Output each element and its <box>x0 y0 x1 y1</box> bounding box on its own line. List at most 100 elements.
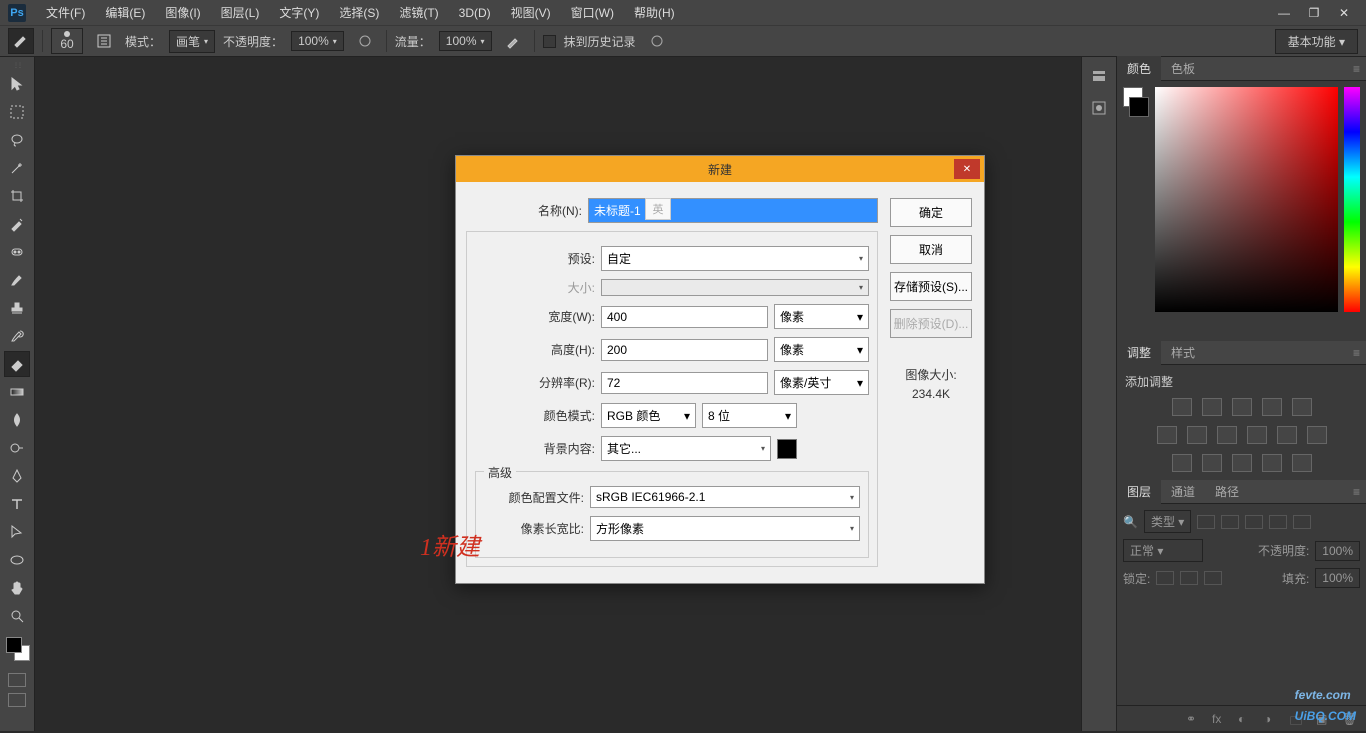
menu-3d[interactable]: 3D(D) <box>449 6 501 20</box>
filter-smart-icon[interactable] <box>1293 515 1311 529</box>
lock-position-icon[interactable] <box>1180 571 1198 585</box>
adjust-panel-menu[interactable]: ≡ <box>1347 346 1366 360</box>
adj-vibrance-icon[interactable] <box>1292 398 1312 416</box>
width-input[interactable] <box>601 306 768 328</box>
adj-photo-icon[interactable] <box>1247 426 1267 444</box>
adj-levels-icon[interactable] <box>1202 398 1222 416</box>
pen-tool[interactable] <box>4 463 30 489</box>
menu-image[interactable]: 图像(I) <box>155 4 210 21</box>
eraser-tool[interactable] <box>4 351 30 377</box>
aspect-select[interactable]: 方形像素▾ <box>590 516 860 541</box>
hand-tool[interactable] <box>4 575 30 601</box>
tab-swatches[interactable]: 色板 <box>1161 56 1205 81</box>
tab-paths[interactable]: 路径 <box>1205 479 1249 504</box>
bgcontent-select[interactable]: 其它...▾ <box>601 436 771 461</box>
resolution-unit[interactable]: 像素/英寸▾ <box>774 370 869 395</box>
blur-tool[interactable] <box>4 407 30 433</box>
adj-exposure-icon[interactable] <box>1262 398 1282 416</box>
window-maximize[interactable]: ❐ <box>1300 3 1328 23</box>
menu-select[interactable]: 选择(S) <box>329 4 389 21</box>
layers-panel-menu[interactable]: ≡ <box>1347 485 1366 499</box>
menu-layer[interactable]: 图层(L) <box>211 4 270 21</box>
gradient-tool[interactable] <box>4 379 30 405</box>
tab-color[interactable]: 颜色 <box>1117 56 1161 81</box>
hue-slider[interactable] <box>1344 87 1360 312</box>
menu-type[interactable]: 文字(Y) <box>269 4 329 21</box>
bitdepth-select[interactable]: 8 位▾ <box>702 403 797 428</box>
adj-hue-icon[interactable] <box>1157 426 1177 444</box>
menu-window[interactable]: 窗口(W) <box>561 4 624 21</box>
quickmask-toggle[interactable] <box>8 673 26 687</box>
adj-colorbal-icon[interactable] <box>1187 426 1207 444</box>
menu-edit[interactable]: 编辑(E) <box>95 4 155 21</box>
history-panel-icon[interactable] <box>1086 63 1112 89</box>
properties-panel-icon[interactable] <box>1086 95 1112 121</box>
height-input[interactable] <box>601 339 768 361</box>
filter-text-icon[interactable] <box>1245 515 1263 529</box>
preset-select[interactable]: 自定▾ <box>601 246 869 271</box>
brush-preset-picker[interactable]: 60 <box>51 28 83 54</box>
colormode-select[interactable]: RGB 颜色▾ <box>601 403 696 428</box>
zoom-tool[interactable] <box>4 603 30 629</box>
layer-fill-value[interactable]: 100% <box>1315 568 1360 588</box>
background-swatch[interactable] <box>1129 97 1149 117</box>
profile-select[interactable]: sRGB IEC61966-2.1▾ <box>590 486 860 508</box>
mode-select[interactable]: 画笔▾ <box>169 30 215 53</box>
adj-channel-icon[interactable] <box>1277 426 1297 444</box>
brush-tool[interactable] <box>4 267 30 293</box>
history-brush-tool[interactable] <box>4 323 30 349</box>
tab-styles[interactable]: 样式 <box>1161 340 1205 365</box>
magic-wand-tool[interactable] <box>4 155 30 181</box>
filter-adjust-icon[interactable] <box>1221 515 1239 529</box>
menu-file[interactable]: 文件(F) <box>36 4 95 21</box>
shape-tool[interactable] <box>4 547 30 573</box>
resolution-input[interactable] <box>601 372 768 394</box>
lock-pixels-icon[interactable] <box>1156 571 1174 585</box>
pressure-size-icon[interactable] <box>644 28 670 54</box>
dodge-tool[interactable] <box>4 435 30 461</box>
eyedropper-tool[interactable] <box>4 211 30 237</box>
lock-all-icon[interactable] <box>1204 571 1222 585</box>
stamp-tool[interactable] <box>4 295 30 321</box>
text-tool[interactable] <box>4 491 30 517</box>
filter-pixel-icon[interactable] <box>1197 515 1215 529</box>
link-layers-icon[interactable]: ⚭ <box>1186 712 1202 726</box>
path-select-tool[interactable] <box>4 519 30 545</box>
tab-adjust[interactable]: 调整 <box>1117 340 1161 365</box>
filter-shape-icon[interactable] <box>1269 515 1287 529</box>
pressure-opacity-icon[interactable] <box>352 28 378 54</box>
dialog-close[interactable]: ✕ <box>954 159 980 179</box>
current-tool-icon[interactable] <box>8 28 34 54</box>
crop-tool[interactable] <box>4 183 30 209</box>
menu-filter[interactable]: 滤镜(T) <box>389 4 448 21</box>
workspace-switcher[interactable]: 基本功能 ▾ <box>1275 29 1358 54</box>
window-close[interactable]: ✕ <box>1330 3 1358 23</box>
adj-selcolor-icon[interactable] <box>1292 454 1312 472</box>
save-preset-button[interactable]: 存储预设(S)... <box>890 272 972 301</box>
opacity-select[interactable]: 100%▾ <box>291 31 344 51</box>
erase-history-check[interactable] <box>543 35 556 48</box>
height-unit[interactable]: 像素▾ <box>774 337 869 362</box>
name-input[interactable]: 未标题-1 英 <box>588 198 878 223</box>
adj-curves-icon[interactable] <box>1232 398 1252 416</box>
new-fill-icon[interactable]: ◑ <box>1264 712 1280 726</box>
blend-mode-select[interactable]: 正常 ▾ <box>1123 539 1203 562</box>
color-panel-menu[interactable]: ≡ <box>1347 62 1366 76</box>
adj-bw-icon[interactable] <box>1217 426 1237 444</box>
ok-button[interactable]: 确定 <box>890 198 972 227</box>
layer-style-icon[interactable]: fx <box>1212 712 1228 726</box>
layer-mask-icon[interactable]: ◐ <box>1238 712 1254 726</box>
brush-panel-toggle[interactable] <box>91 28 117 54</box>
tab-layers[interactable]: 图层 <box>1117 479 1161 504</box>
layer-opacity-value[interactable]: 100% <box>1315 541 1360 561</box>
adj-lookup-icon[interactable] <box>1307 426 1327 444</box>
lasso-tool[interactable] <box>4 127 30 153</box>
bg-color-chip[interactable] <box>777 439 797 459</box>
window-minimize[interactable]: — <box>1270 3 1298 23</box>
airbrush-icon[interactable] <box>500 28 526 54</box>
color-swatches[interactable] <box>4 635 30 665</box>
saturation-value-picker[interactable] <box>1155 87 1338 312</box>
screenmode-toggle[interactable] <box>8 693 26 707</box>
adj-brightness-icon[interactable] <box>1172 398 1192 416</box>
adj-gradmap-icon[interactable] <box>1262 454 1282 472</box>
